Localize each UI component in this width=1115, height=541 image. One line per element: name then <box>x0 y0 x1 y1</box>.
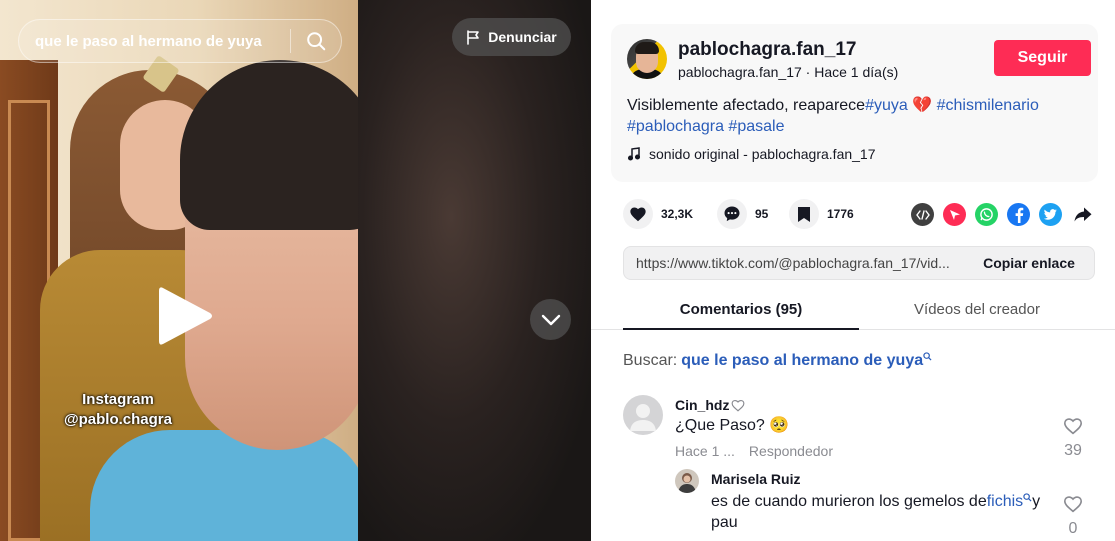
next-video-button[interactable] <box>530 299 571 340</box>
video-player[interactable]: que le paso al hermano de yuya Denunciar… <box>0 0 591 541</box>
reply-item: Marisela Ruiz es de cuando murieron los … <box>675 469 1095 541</box>
video-man-shirt <box>90 430 358 541</box>
save-button[interactable] <box>789 199 819 229</box>
send-button[interactable] <box>943 203 966 226</box>
report-button[interactable]: Denunciar <box>452 18 571 56</box>
video-search-box[interactable]: que le paso al hermano de yuya <box>18 19 342 63</box>
music-link[interactable]: sonido original - pablochagra.fan_17 <box>627 146 876 162</box>
comment-meta: Hace 1 ... Respondedor <box>675 443 847 459</box>
comment-username[interactable]: Cin_hdz <box>675 397 745 413</box>
share-link-box: https://www.tiktok.com/@pablochagra.fan_… <box>623 246 1095 280</box>
comment-avatar[interactable] <box>623 395 663 435</box>
reply-link-fichis[interactable]: fichis <box>987 493 1023 510</box>
play-icon[interactable] <box>155 284 215 348</box>
reply-text-after: y <box>1032 493 1041 510</box>
reply-username[interactable]: Marisela Ruiz <box>711 471 800 487</box>
author-avatar[interactable] <box>627 39 667 79</box>
related-search-query[interactable]: que le paso al hermano de yuya <box>681 352 923 370</box>
tab-comments[interactable]: Comentarios (95) <box>623 292 859 330</box>
reply-text-line2: pau <box>711 514 738 531</box>
share-link-text[interactable]: https://www.tiktok.com/@pablochagra.fan_… <box>624 255 964 271</box>
comment-item: Cin_hdz ¿Que Paso? 🥺 Hace 1 ... Responded… <box>623 395 1095 465</box>
like-action[interactable]: 32,3K <box>623 199 693 229</box>
comment-like-count: 39 <box>1064 442 1082 459</box>
save-count: 1776 <box>827 207 854 221</box>
reply-text: es de cuando murieron los gemelos defich… <box>711 491 1056 533</box>
heart-outline-icon <box>1063 496 1083 513</box>
reply-avatar[interactable] <box>675 469 699 493</box>
related-search-label: Buscar: <box>623 352 678 369</box>
reply-text-before: es de cuando murieron los gemelos de <box>711 493 987 510</box>
related-search[interactable]: Buscar: que le paso al hermano de yuya <box>623 351 932 370</box>
copy-link-button[interactable]: Copiar enlace <box>964 255 1094 271</box>
facebook-icon <box>1015 207 1023 223</box>
reply-like-count: 0 <box>1068 520 1078 537</box>
video-blurred-background <box>358 0 591 541</box>
heart-outline-icon <box>1063 418 1083 435</box>
search-small-icon <box>923 351 932 361</box>
like-count: 32,3K <box>661 207 694 221</box>
tab-creator-videos[interactable]: Vídeos del creador <box>859 292 1095 330</box>
caption-text: Visiblemente afectado, reaparece <box>627 97 866 114</box>
search-button[interactable] <box>291 19 341 63</box>
comment-text: ¿Que Paso? 🥺 <box>675 417 790 434</box>
reply-button[interactable]: Respondedor <box>749 443 833 459</box>
embed-icon <box>915 209 930 220</box>
video-frame[interactable] <box>0 0 358 541</box>
default-avatar-icon <box>630 404 656 431</box>
comment-user-text[interactable]: Cin_hdz <box>675 397 729 413</box>
send-icon <box>949 209 960 220</box>
chevron-down-icon <box>541 314 560 325</box>
hashtag-chismilenario[interactable]: #chismilenario <box>937 97 1039 114</box>
author-username[interactable]: pablochagra.fan_17 <box>678 39 856 61</box>
whatsapp-icon <box>980 208 993 221</box>
broken-heart-emoji: 💔 <box>912 97 933 114</box>
video-info-card: pablochagra.fan_17 pablochagra.fan_17 · … <box>611 24 1098 182</box>
share-arrow-icon <box>1074 207 1091 222</box>
search-icon <box>307 32 326 51</box>
save-action[interactable]: 1776 <box>789 199 854 229</box>
comment-icon <box>724 206 740 222</box>
author-handle[interactable]: pablochagra.fan_17 <box>678 64 802 80</box>
flag-icon <box>467 29 480 45</box>
side-panel: pablochagra.fan_17 pablochagra.fan_17 · … <box>591 0 1115 541</box>
like-button[interactable] <box>623 199 653 229</box>
twitter-icon <box>1044 209 1057 220</box>
video-caption: Visiblemente afectado, reaparece#yuya 💔 … <box>627 95 1087 137</box>
video-search-text[interactable]: que le paso al hermano de yuya <box>19 33 290 50</box>
comment-time: Hace 1 ... <box>675 443 735 459</box>
watermark-line1: Instagram <box>82 391 154 408</box>
watermark-line2: @pablo.chagra <box>64 411 172 428</box>
report-label: Denunciar <box>488 29 557 45</box>
post-time: Hace 1 día(s) <box>814 64 899 80</box>
whatsapp-button[interactable] <box>975 203 998 226</box>
heart-icon <box>630 207 646 222</box>
reply-like-button[interactable]: 0 <box>1058 495 1088 538</box>
facebook-button[interactable] <box>1007 203 1030 226</box>
avatar-photo <box>678 473 696 493</box>
hashtag-pasale[interactable]: #pasale <box>728 118 784 135</box>
embed-button[interactable] <box>911 203 934 226</box>
music-label: sonido original - pablochagra.fan_17 <box>649 146 876 162</box>
follow-button[interactable]: Seguir <box>994 40 1091 76</box>
search-small-icon <box>1023 493 1032 502</box>
music-note-icon <box>627 147 641 161</box>
comment-count: 95 <box>755 207 769 221</box>
heart-outline-icon <box>732 399 745 412</box>
comment-action[interactable]: 95 <box>717 199 768 229</box>
video-watermark: Instagram @pablo.chagra <box>58 390 178 430</box>
comment-button[interactable] <box>717 199 747 229</box>
actions-row: 32,3K 95 1776 <box>623 199 1103 229</box>
comment-like-button[interactable]: 39 <box>1058 417 1088 460</box>
bookmark-icon <box>798 206 810 222</box>
hashtag-pablochagra[interactable]: #pablochagra <box>627 118 724 135</box>
tabs-bar: Comentarios (95) Vídeos del creador <box>591 292 1115 330</box>
hashtag-yuya[interactable]: #yuya <box>865 97 908 114</box>
author-subline: pablochagra.fan_17 · Hace 1 día(s) <box>678 64 898 80</box>
separator-dot: · <box>805 64 811 80</box>
more-share-button[interactable] <box>1071 203 1094 226</box>
twitter-button[interactable] <box>1039 203 1062 226</box>
